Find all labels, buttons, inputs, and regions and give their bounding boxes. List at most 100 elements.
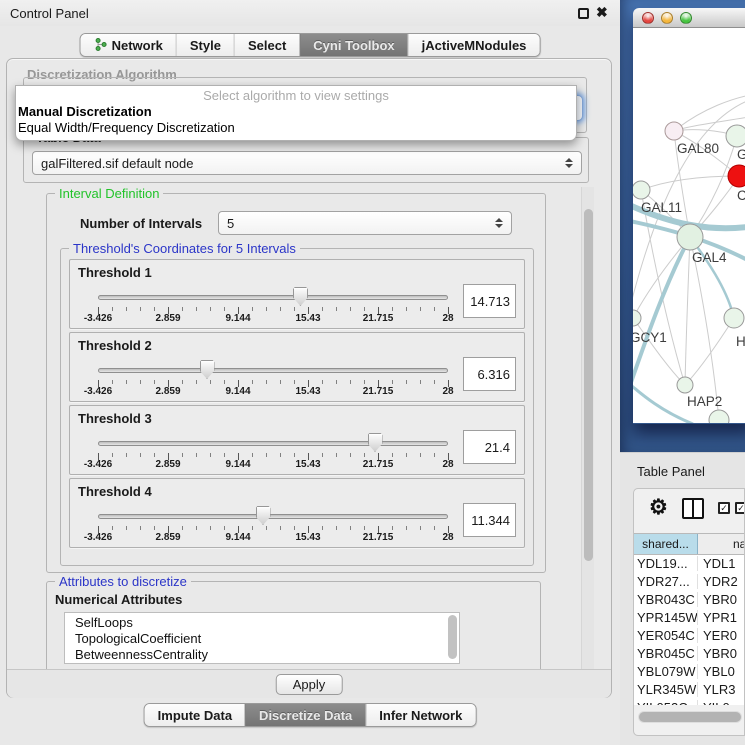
table-row[interactable]: YDR27...YDR2 bbox=[634, 573, 745, 591]
gear-icon[interactable]: ⚙ bbox=[649, 495, 668, 520]
node-label: GA bbox=[737, 147, 745, 162]
network-node[interactable] bbox=[633, 310, 641, 326]
cell-name[interactable]: YIL0 bbox=[698, 700, 745, 705]
network-node[interactable] bbox=[633, 181, 650, 199]
attribute-list-item[interactable]: TopologicalCoefficient bbox=[75, 631, 459, 647]
tab-style[interactable]: Style bbox=[176, 34, 234, 56]
checkbox-icon[interactable]: ✓ bbox=[718, 502, 730, 514]
numerical-attributes-list[interactable]: SelfLoopsTopologicalCoefficientBetweenne… bbox=[64, 612, 460, 664]
network-node[interactable] bbox=[677, 224, 703, 250]
thresholds-group-title: Threshold's Coordinates for 5 Intervals bbox=[69, 241, 300, 256]
cell-shared-name[interactable]: YBR043C bbox=[634, 592, 698, 607]
apply-button[interactable]: Apply bbox=[276, 674, 343, 695]
slider-thumb[interactable] bbox=[293, 287, 308, 306]
table-data-combobox[interactable]: galFiltered.sif default node bbox=[32, 151, 582, 175]
network-node[interactable] bbox=[724, 308, 744, 328]
tab-jactivemnodules[interactable]: jActiveMNodules bbox=[408, 34, 540, 56]
float-window-icon[interactable] bbox=[578, 8, 589, 19]
table-row[interactable]: YLR345WYLR3 bbox=[634, 680, 745, 698]
threshold-value-field[interactable]: 14.713 bbox=[463, 284, 516, 318]
cell-name[interactable]: YDR2 bbox=[698, 574, 745, 589]
columns-icon[interactable] bbox=[682, 498, 704, 519]
cell-name[interactable]: YBR0 bbox=[698, 646, 745, 661]
column-header-shared-name[interactable]: shared... bbox=[634, 534, 698, 554]
table-row[interactable]: YBR045CYBR0 bbox=[634, 644, 745, 662]
cell-shared-name[interactable]: YBR045C bbox=[634, 646, 698, 661]
panel-title: Control Panel bbox=[10, 6, 89, 21]
slider-thumb[interactable] bbox=[256, 506, 271, 525]
cell-shared-name[interactable]: YDR27... bbox=[634, 574, 698, 589]
network-node[interactable] bbox=[728, 165, 745, 187]
attribute-list-item[interactable]: SelfLoops bbox=[75, 615, 459, 631]
threshold-label: Threshold 1 bbox=[78, 265, 152, 280]
close-traffic-light[interactable] bbox=[642, 12, 654, 24]
main-scrollbar[interactable] bbox=[581, 187, 594, 669]
cell-shared-name[interactable]: YBL079W bbox=[634, 664, 698, 679]
network-node[interactable] bbox=[665, 122, 683, 140]
dropdown-option[interactable]: Equal Width/Frequency Discretization bbox=[16, 120, 576, 136]
cell-shared-name[interactable]: YPR145W bbox=[634, 610, 698, 625]
tab-network[interactable]: Network bbox=[81, 34, 176, 56]
attribute-list-item[interactable]: BetweennessCentrality bbox=[75, 647, 459, 663]
table-row[interactable]: YBR043CYBR0 bbox=[634, 591, 745, 609]
cell-name[interactable]: YBR0 bbox=[698, 592, 745, 607]
threshold-value-field[interactable]: 11.344 bbox=[463, 503, 516, 537]
slider-thumb[interactable] bbox=[368, 433, 383, 452]
cell-shared-name[interactable]: YER054C bbox=[634, 628, 698, 643]
num-intervals-combobox[interactable]: 5 bbox=[218, 211, 512, 235]
tab-select[interactable]: Select bbox=[234, 34, 299, 56]
slider-thumb[interactable] bbox=[200, 360, 215, 379]
slider-track[interactable] bbox=[98, 514, 448, 519]
dropdown-prompt[interactable]: Select algorithm to view settings bbox=[16, 88, 576, 104]
close-icon[interactable]: ✖ bbox=[596, 4, 608, 21]
threshold-value-field[interactable]: 21.4 bbox=[463, 430, 516, 464]
cell-name[interactable]: YDL1 bbox=[698, 556, 745, 571]
dropdown-option[interactable]: Manual Discretization bbox=[16, 104, 576, 120]
scrollbar-thumb[interactable] bbox=[639, 712, 741, 722]
network-window[interactable]: GAL80GAL11GAL4GCY1HAP2GACH bbox=[633, 8, 745, 424]
slider-track[interactable] bbox=[98, 368, 448, 373]
bottom-tab-infer-network[interactable]: Infer Network bbox=[365, 704, 475, 726]
tab-label: Cyni Toolbox bbox=[313, 38, 394, 53]
network-node[interactable] bbox=[709, 410, 729, 423]
slider-scale-labels: -3.4262.8599.14415.4321.71528 bbox=[98, 386, 448, 398]
threshold-label: Threshold 4 bbox=[78, 484, 152, 499]
table-row[interactable]: YBL079WYBL0 bbox=[634, 662, 745, 680]
checkbox-icon[interactable]: ✓ bbox=[735, 502, 745, 514]
table-row[interactable]: YPR145WYPR1 bbox=[634, 609, 745, 627]
horizontal-scrollbar[interactable] bbox=[638, 711, 742, 723]
bottom-tab-discretize-data[interactable]: Discretize Data bbox=[245, 704, 365, 726]
table-row[interactable]: YIL052CYIL0 bbox=[634, 698, 745, 705]
bottom-tab-impute-data[interactable]: Impute Data bbox=[145, 704, 245, 726]
cell-name[interactable]: YER0 bbox=[698, 628, 745, 643]
scrollbar-thumb[interactable] bbox=[584, 209, 593, 561]
table-row[interactable]: YER054CYER0 bbox=[634, 627, 745, 645]
cell-shared-name[interactable]: YDL19... bbox=[634, 556, 698, 571]
network-node[interactable] bbox=[677, 377, 693, 393]
threshold-slider[interactable]: -3.4262.8599.14415.4321.71528 bbox=[98, 287, 448, 325]
cell-name[interactable]: YPR1 bbox=[698, 610, 745, 625]
node-label: HAP2 bbox=[687, 394, 722, 409]
threshold-value-field[interactable]: 6.316 bbox=[463, 357, 516, 391]
table-row[interactable]: YDL19...YDL1 bbox=[634, 555, 745, 573]
minimize-traffic-light[interactable] bbox=[661, 12, 673, 24]
cell-shared-name[interactable]: YLR345W bbox=[634, 682, 698, 697]
cell-name[interactable]: YLR3 bbox=[698, 682, 745, 697]
tab-label: Discretize Data bbox=[259, 708, 352, 723]
network-canvas[interactable]: GAL80GAL11GAL4GCY1HAP2GACH bbox=[633, 28, 745, 423]
threshold-slider[interactable]: -3.4262.8599.14415.4321.71528 bbox=[98, 433, 448, 471]
slider-track[interactable] bbox=[98, 441, 448, 446]
cell-shared-name[interactable]: YIL052C bbox=[634, 700, 698, 705]
threshold-slider[interactable]: -3.4262.8599.14415.4321.71528 bbox=[98, 506, 448, 544]
threshold-slider[interactable]: -3.4262.8599.14415.4321.71528 bbox=[98, 360, 448, 398]
zoom-traffic-light[interactable] bbox=[680, 12, 692, 24]
list-scrollbar[interactable] bbox=[448, 615, 457, 659]
slider-track[interactable] bbox=[98, 295, 448, 300]
tab-label: Select bbox=[248, 38, 286, 53]
tab-cyni-toolbox[interactable]: Cyni Toolbox bbox=[299, 34, 407, 56]
threshold-panel: Threshold 1 -3.4262.8599.14415.4321.7152… bbox=[69, 259, 525, 329]
combo-arrows-icon bbox=[491, 218, 507, 228]
cell-name[interactable]: YBL0 bbox=[698, 664, 745, 679]
column-header-name[interactable]: name bbox=[698, 534, 745, 554]
network-node[interactable] bbox=[726, 125, 745, 147]
